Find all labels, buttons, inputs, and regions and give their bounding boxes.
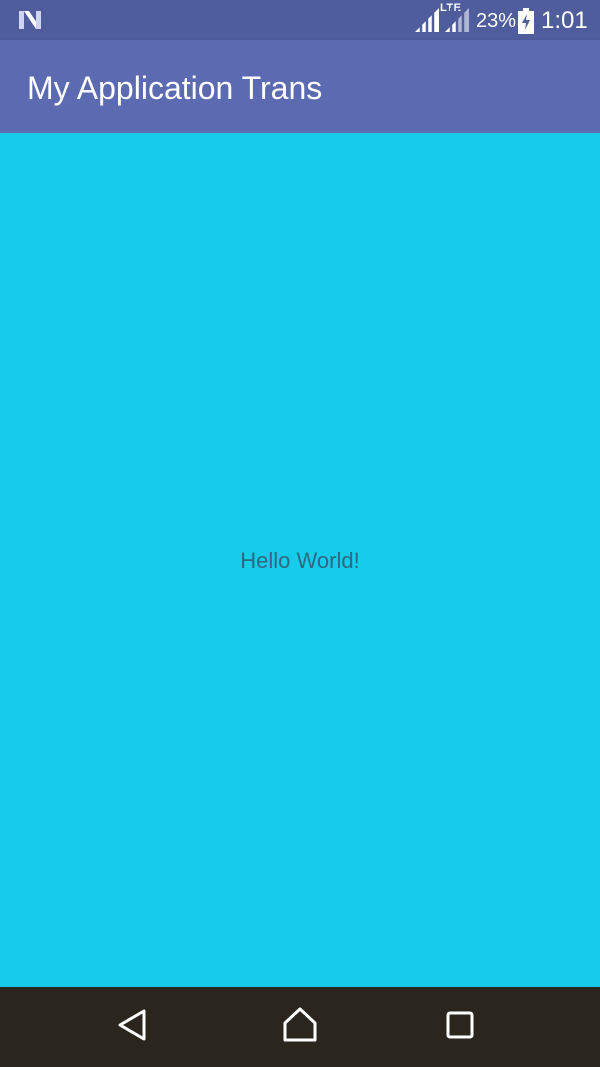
recents-icon <box>445 1010 475 1045</box>
clock: 1:01 <box>541 7 588 34</box>
navigation-bar <box>0 987 600 1067</box>
signal-icon <box>413 8 439 32</box>
home-button[interactable] <box>272 999 328 1055</box>
home-icon <box>282 1007 318 1048</box>
back-button[interactable] <box>105 999 161 1055</box>
screen: LTE 23% 1:01 My Application Trans <box>0 0 600 1067</box>
android-n-icon <box>18 10 42 30</box>
battery-percent: 23% <box>476 10 517 32</box>
signal-icon <box>443 8 469 32</box>
hello-text: Hello World! <box>240 548 360 573</box>
battery-charging-icon <box>517 8 535 34</box>
app-bar: My Application Trans <box>0 40 600 133</box>
recents-button[interactable] <box>432 999 488 1055</box>
app-title: My Application Trans <box>27 70 323 106</box>
content-area: Hello World! <box>0 133 600 987</box>
status-bar: LTE 23% 1:01 <box>0 0 600 40</box>
back-icon <box>116 1008 150 1047</box>
